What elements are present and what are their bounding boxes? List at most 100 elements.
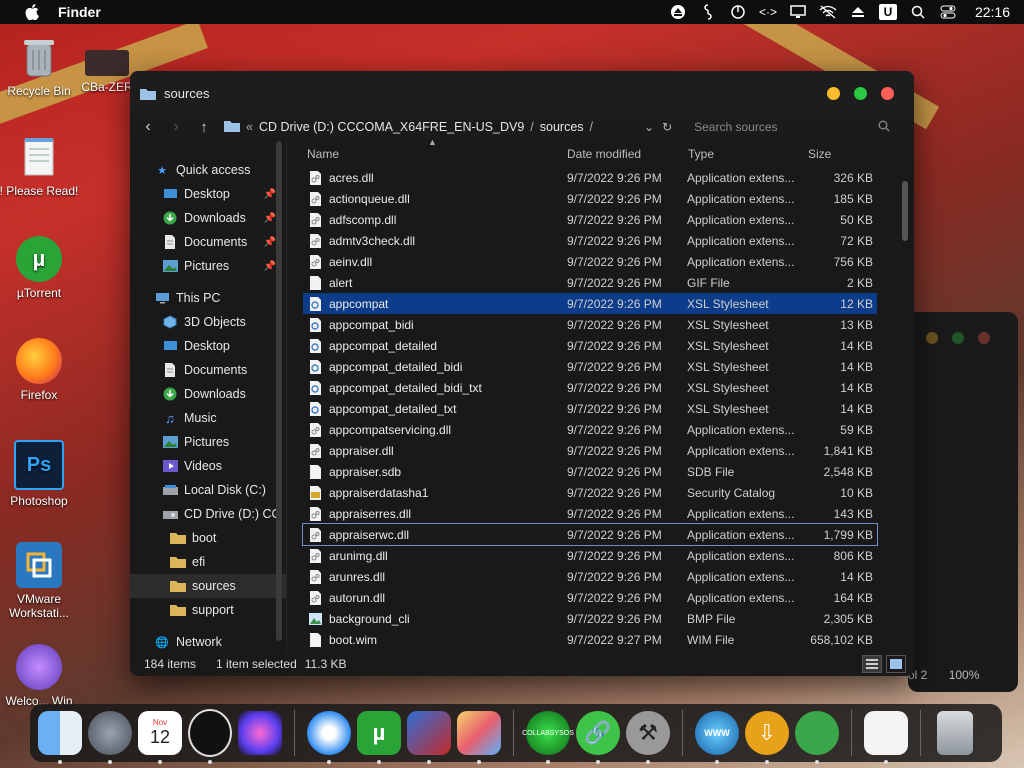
table-row[interactable]: appcompat_bidi 9/7/2022 9:26 PM XSL Styles…: [303, 314, 877, 335]
chevron-down-icon[interactable]: ⌄: [644, 120, 654, 134]
sidebar-item-quick-downloads[interactable]: Downloads 📌: [130, 206, 286, 230]
column-header-name[interactable]: Name: [307, 147, 339, 161]
table-row[interactable]: appcompat 9/7/2022 9:26 PM XSL Stylesheet 1…: [303, 293, 877, 314]
table-row[interactable]: appraiserdatasha1 9/7/2022 9:26 PM Securit…: [303, 482, 877, 503]
sidebar-item-pc-3d-objects[interactable]: 3D Objects: [130, 310, 286, 334]
file-list-scrollbar[interactable]: [902, 181, 908, 241]
desktop-icon-recycle-bin[interactable]: Recycle Bin: [0, 34, 82, 98]
sidebar-item-pc-pictures[interactable]: Pictures: [130, 430, 286, 454]
table-row[interactable]: appcompat_detailed_bidi 9/7/2022 9:26 PM X…: [303, 356, 877, 377]
up-button[interactable]: ↑: [190, 116, 218, 138]
dock-item-link[interactable]: 🔗: [576, 711, 620, 764]
u-app-icon[interactable]: U: [878, 4, 897, 20]
close-button[interactable]: [881, 86, 894, 100]
dock-item-www[interactable]: WWW: [695, 711, 739, 764]
table-row[interactable]: boot.wim 9/7/2022 9:27 PM WIM File 658,102 …: [303, 629, 877, 650]
refresh-icon[interactable]: ↻: [662, 120, 672, 134]
search-icon[interactable]: [909, 4, 927, 20]
desktop-icon-vmware[interactable]: VMware Workstati...: [0, 542, 82, 620]
sidebar-item-quick-pictures[interactable]: Pictures 📌: [130, 254, 286, 278]
dock-item-preview[interactable]: [457, 711, 501, 764]
table-row[interactable]: admtv3check.dll 9/7/2022 9:26 PM Applicati…: [303, 230, 877, 251]
back-button[interactable]: ‹: [134, 116, 162, 138]
dock-item-safari[interactable]: [307, 711, 351, 764]
desktop-icon-photoshop[interactable]: Ps Photoshop: [0, 440, 82, 508]
dock-item-windows[interactable]: [407, 711, 451, 764]
table-row[interactable]: appcompat_detailed_txt 9/7/2022 9:26 PM XS…: [303, 398, 877, 419]
close-button[interactable]: [978, 332, 990, 344]
display-icon[interactable]: [789, 4, 807, 20]
breadcrumb-item-sources[interactable]: sources: [540, 120, 584, 134]
sidebar-item-quick-documents[interactable]: Documents 📌: [130, 230, 286, 254]
table-row[interactable]: appcompat_detailed_bidi_txt 9/7/2022 9:26…: [303, 377, 877, 398]
table-row[interactable]: background_cli 9/7/2022 9:26 PM BMP File 2,…: [303, 608, 877, 629]
details-view-icon[interactable]: [862, 655, 882, 673]
dock-item-trash[interactable]: [933, 711, 977, 755]
table-row[interactable]: appraiserwc.dll 9/7/2022 9:26 PM Applicati…: [302, 523, 878, 546]
table-row[interactable]: arunimg.dll 9/7/2022 9:26 PM Application e…: [303, 545, 877, 566]
desktop-icon-please-read[interactable]: ! Please Read!: [0, 134, 82, 198]
breadcrumb-overflow[interactable]: «: [246, 120, 253, 134]
dock-item-finder[interactable]: [38, 711, 82, 764]
sidebar-item-pc-documents[interactable]: Documents: [130, 358, 286, 382]
table-row[interactable]: appraiserres.dll 9/7/2022 9:26 PM Applicat…: [303, 503, 877, 524]
eject-icon[interactable]: [669, 4, 687, 20]
minimize-button[interactable]: [827, 86, 840, 100]
sidebar-item-pc-videos[interactable]: Videos: [130, 454, 286, 478]
sidebar-item-this-pc[interactable]: This PC: [130, 286, 286, 310]
code-arrows-icon[interactable]: <·>: [759, 4, 777, 20]
sidebar-item-pc-cd-drive-d-cc[interactable]: CD Drive (D:) CC: [130, 502, 286, 526]
breadcrumb[interactable]: « CD Drive (D:) CCCOMA_X64FRE_EN-US_DV9 …: [224, 120, 636, 135]
table-row[interactable]: actionqueue.dll 9/7/2022 9:26 PM Applicati…: [303, 188, 877, 209]
dock-item-tools[interactable]: ⚒: [626, 711, 670, 764]
dock-item-clock[interactable]: [188, 709, 232, 764]
active-app-name[interactable]: Finder: [58, 4, 101, 20]
table-row[interactable]: appcompat_detailed 9/7/2022 9:26 PM XSL St…: [303, 335, 877, 356]
sidebar-item-quick-access[interactable]: ★ Quick access: [130, 158, 286, 182]
dock-item-utorrent[interactable]: µ: [357, 711, 401, 764]
sidebar-item-folder-boot[interactable]: boot: [130, 526, 286, 550]
table-row[interactable]: arunres.dll 9/7/2022 9:26 PM Application e…: [303, 566, 877, 587]
sidebar-item-folder-efi[interactable]: efi: [130, 550, 286, 574]
sidebar-item-folder-support[interactable]: support: [130, 598, 286, 622]
dock-item-calendar[interactable]: Nov 12: [138, 711, 182, 764]
dock-item-network-dots[interactable]: [795, 711, 839, 764]
shortcut-icon[interactable]: [699, 4, 717, 20]
table-row[interactable]: acres.dll 9/7/2022 9:26 PM Application ext…: [303, 167, 877, 188]
title-bar[interactable]: sources: [130, 71, 914, 115]
column-header-date[interactable]: Date modified: [567, 147, 641, 161]
table-row[interactable]: aeinv.dll 9/7/2022 9:26 PM Application ext…: [303, 251, 877, 272]
table-row[interactable]: appcompatservicing.dll 9/7/2022 9:26 PM Ap…: [303, 419, 877, 440]
dock-item-download-arrow[interactable]: ⇩: [745, 711, 789, 764]
file-explorer-window[interactable]: sources ‹ › ↑ « CD Drive (D:) CCCOMA_X64…: [130, 71, 914, 676]
eject-triangle-icon[interactable]: [849, 4, 867, 20]
zoom-button[interactable]: [952, 332, 964, 344]
sidebar-item-pc-downloads[interactable]: Downloads: [130, 382, 286, 406]
desktop-icon-utorrent[interactable]: µ µTorrent: [0, 236, 82, 300]
table-row[interactable]: appraiser.sdb 9/7/2022 9:26 PM SDB File 2,5…: [303, 461, 877, 482]
sidebar-scrollbar[interactable]: [276, 141, 282, 641]
search-input[interactable]: Search sources: [688, 116, 896, 138]
dock-item-siri[interactable]: [238, 711, 282, 755]
minimize-button[interactable]: [926, 332, 938, 344]
sidebar-item-folder-sources[interactable]: sources: [130, 574, 286, 598]
sidebar-item-quick-desktop[interactable]: Desktop 📌: [130, 182, 286, 206]
dock-item-collabsysos[interactable]: COLLABSYSOS: [522, 711, 574, 764]
menu-bar-clock[interactable]: 22:16: [975, 4, 1010, 20]
sidebar-item-pc-local-disk-c-[interactable]: Local Disk (C:): [130, 478, 286, 502]
sidebar-item-network[interactable]: 🌐 Network: [130, 630, 286, 654]
dock-item-launchpad[interactable]: [88, 711, 132, 764]
column-header-type[interactable]: Type: [688, 147, 714, 161]
zoom-button[interactable]: [854, 86, 867, 100]
large-icons-view-icon[interactable]: [886, 655, 906, 673]
table-row[interactable]: appraiser.dll 9/7/2022 9:26 PM Application…: [303, 440, 877, 461]
control-center-icon[interactable]: [939, 4, 957, 20]
background-window[interactable]: [908, 312, 1018, 692]
table-row[interactable]: autorun.dll 9/7/2022 9:26 PM Application e…: [303, 587, 877, 608]
desktop-icon-welcome[interactable]: Welco... Win: [0, 644, 82, 708]
sidebar-item-pc-desktop[interactable]: Desktop: [130, 334, 286, 358]
forward-button[interactable]: ›: [162, 116, 190, 138]
table-row[interactable]: alert 9/7/2022 9:26 PM GIF File 2 KB: [303, 272, 877, 293]
breadcrumb-item-drive[interactable]: CD Drive (D:) CCCOMA_X64FRE_EN-US_DV9: [259, 120, 524, 134]
apple-menu-icon[interactable]: [22, 3, 42, 21]
